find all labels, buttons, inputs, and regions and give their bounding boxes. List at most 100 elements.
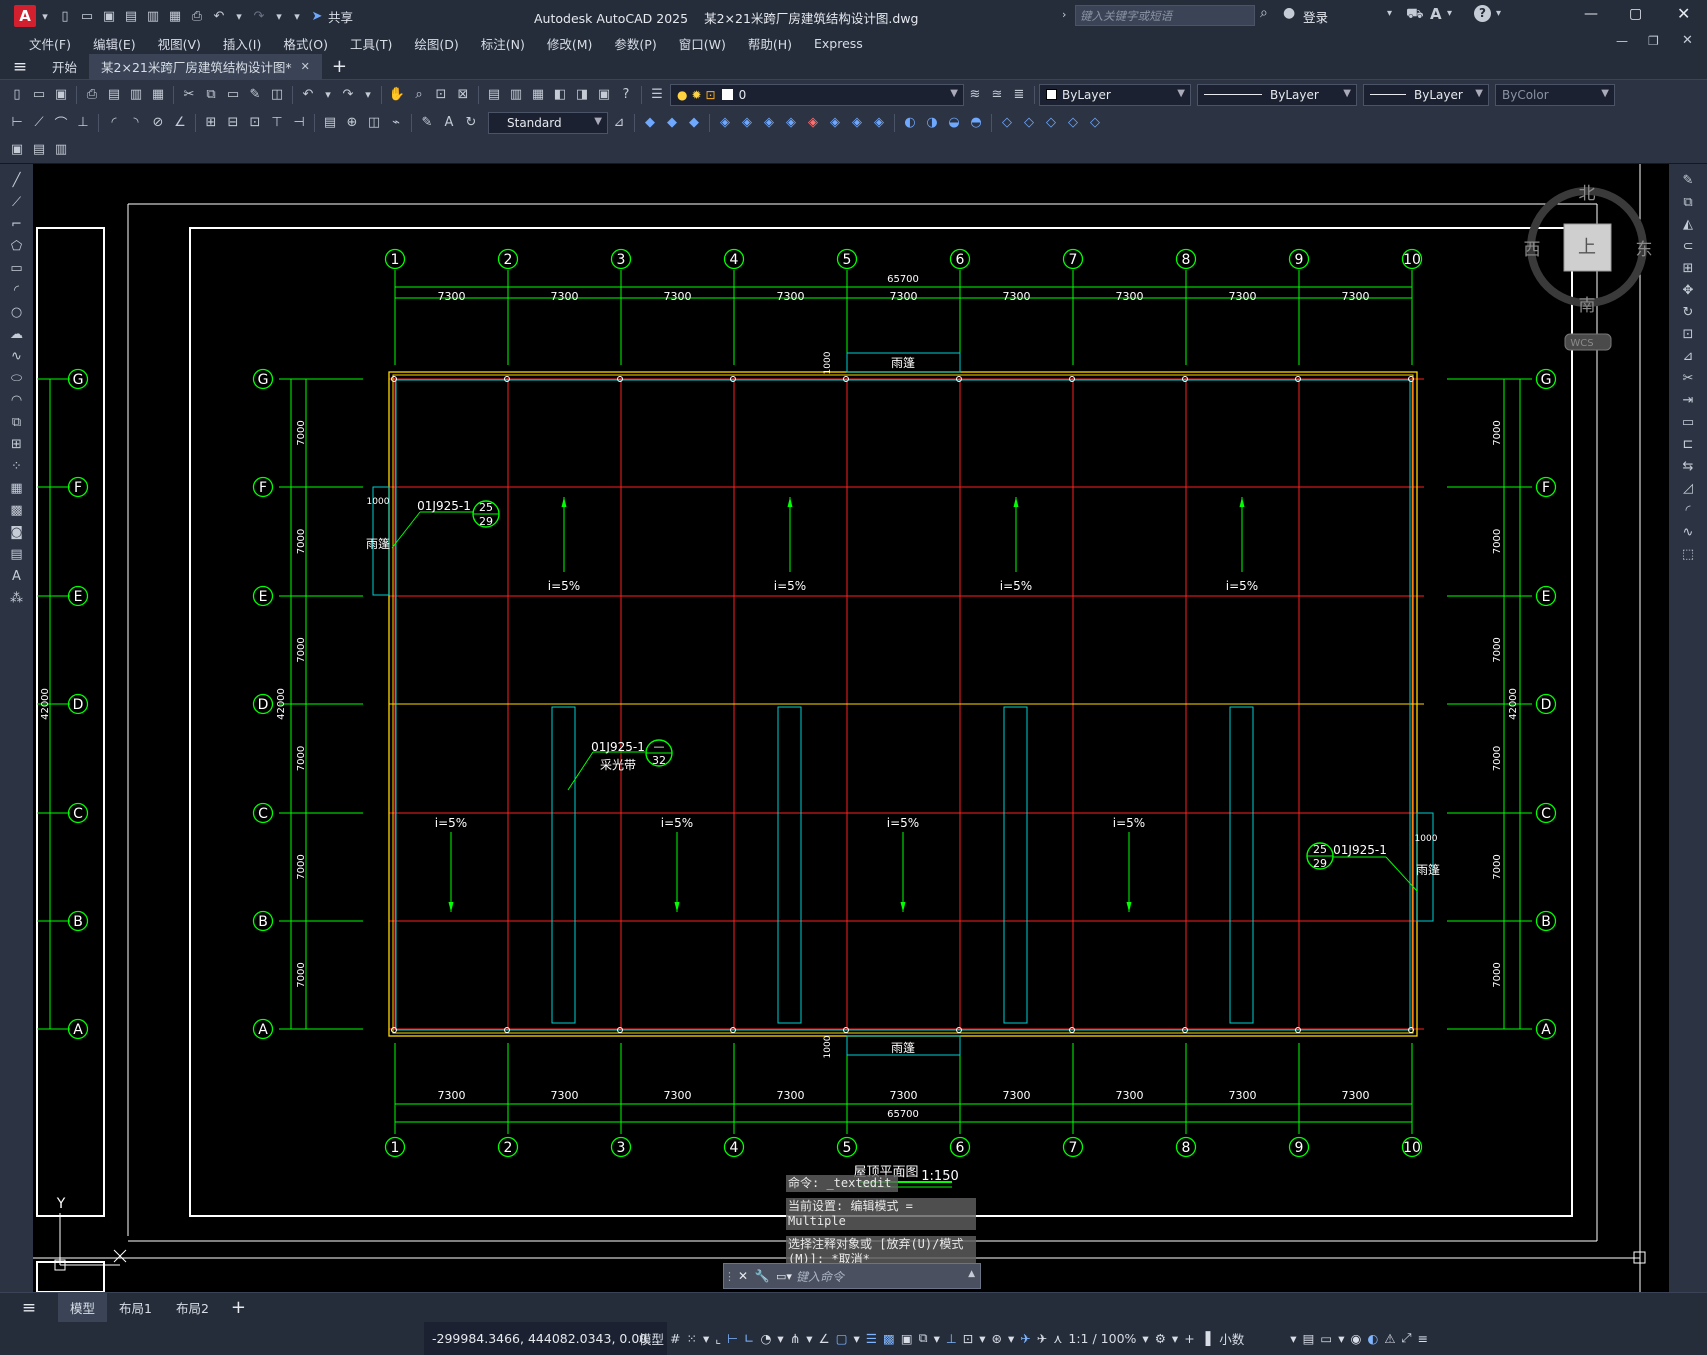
linetype-combo[interactable]: ByLayer ▼ [1197, 83, 1357, 106]
menu-format[interactable]: 格式(O) [272, 34, 339, 53]
undo-list-icon[interactable]: ▾ [319, 84, 337, 106]
point-icon[interactable]: ⁘ [0, 456, 33, 478]
menu-dimension[interactable]: 标注(N) [470, 34, 536, 53]
menu-file[interactable]: 文件(F) [18, 34, 82, 53]
annotation-scale-icon[interactable]: ⋏ [1050, 1324, 1065, 1352]
viewcube[interactable]: 上 北 南 东 西 WCS [1524, 184, 1653, 351]
quick-properties-icon[interactable]: ▤ [1300, 1324, 1318, 1352]
blend-icon[interactable]: ∿ [1669, 522, 1707, 544]
sweep-icon[interactable]: ◈ [758, 112, 780, 134]
app-menu-chevron-icon[interactable]: ▾ [36, 5, 54, 27]
redo-icon[interactable]: ↷ [248, 5, 270, 27]
open-folder-icon[interactable]: ▭ [76, 5, 98, 27]
annotation-visibility-icon[interactable]: ✈ [1017, 1324, 1033, 1352]
tab-layout1[interactable]: 布局1 [107, 1293, 164, 1323]
help-icon[interactable]: ? [615, 84, 637, 106]
layer-states-icon[interactable]: ≣ [1008, 84, 1030, 106]
selection-filter-dropdown-icon[interactable]: ▾ [976, 1324, 988, 1352]
command-input[interactable]: 键入命令 [796, 1268, 844, 1285]
extract-edges-icon[interactable]: ◇ [996, 112, 1018, 134]
markup-icon[interactable]: ◨ [571, 84, 593, 106]
annotation-scale-value[interactable]: 1:1 / 100% [1065, 1324, 1139, 1352]
dimension-edit-icon[interactable]: ✎ [416, 112, 438, 134]
join-icon[interactable]: ⇆ [1669, 456, 1707, 478]
zoom-previous-icon[interactable]: ⊠ [452, 84, 474, 106]
thicken-icon[interactable]: ◑ [921, 112, 943, 134]
menu-edit[interactable]: 编辑(E) [82, 34, 147, 53]
grid-icon[interactable]: # [667, 1324, 683, 1352]
cut-icon[interactable]: ✂ [178, 84, 200, 106]
3d-object-snap-icon[interactable]: ⧉ [916, 1324, 931, 1352]
arc-icon[interactable]: ◜ [0, 280, 33, 302]
mirror-icon[interactable]: ◭ [1669, 214, 1707, 236]
search-input[interactable]: 键入关键字或短语 [1075, 5, 1255, 26]
cone-icon[interactable]: ◆ [683, 112, 705, 134]
copy-icon[interactable]: ⧉ [200, 84, 222, 106]
help-icon[interactable]: ? [1474, 5, 1491, 22]
units-value[interactable]: 小数 [1213, 1324, 1287, 1352]
maximize-button[interactable]: ▢ [1629, 6, 1642, 22]
autocad-logo-icon[interactable]: A [14, 5, 36, 27]
zoom-realtime-icon[interactable]: ⌕ [408, 84, 430, 106]
autodesk-a-icon[interactable]: A [1430, 5, 1442, 23]
separate-icon[interactable]: ◇ [1084, 112, 1106, 134]
paste-icon[interactable]: ▭ [222, 84, 244, 106]
menu-help[interactable]: 帮助(H) [737, 34, 803, 53]
spline-icon[interactable]: ∿ [0, 346, 33, 368]
publish-icon[interactable]: ▥ [125, 84, 147, 106]
login-dropdown-icon[interactable]: ▾ [1387, 8, 1392, 19]
dimspace-icon[interactable]: ⊤ [266, 112, 288, 134]
cart-icon[interactable]: ⛟ [1406, 6, 1424, 24]
command-history-toggle-icon[interactable]: ▲ [968, 1269, 975, 1279]
circle-icon[interactable]: ○ [0, 302, 33, 324]
jogged-icon[interactable]: ◝ [125, 112, 147, 134]
compass-south[interactable]: 南 [1579, 296, 1596, 316]
annotation-monitor-icon[interactable]: + [1181, 1324, 1197, 1352]
doc-minimize-button[interactable]: — [1616, 34, 1628, 48]
interfere-icon[interactable]: ◓ [965, 112, 987, 134]
command-grip-icon[interactable]: ⋮ [724, 1270, 735, 1283]
array-icon[interactable]: ⊞ [1669, 258, 1707, 280]
region-icon[interactable]: ◙ [0, 522, 33, 544]
extrude-icon[interactable]: ◈ [714, 112, 736, 134]
make-block-icon[interactable]: ⊞ [0, 434, 33, 456]
linear-dimension-icon[interactable]: ⊢ [6, 112, 28, 134]
quick-dimension-icon[interactable]: ⊞ [200, 112, 222, 134]
dimbreak-icon[interactable]: ⊣ [288, 112, 310, 134]
rotate-icon[interactable]: ↻ [1669, 302, 1707, 324]
command-close-icon[interactable]: ✕ [734, 1269, 752, 1283]
gradient-icon[interactable]: ▩ [0, 500, 33, 522]
pan-icon[interactable]: ✋ [386, 84, 408, 106]
save-as-icon[interactable]: ▤ [120, 5, 142, 27]
isodraft-dropdown-icon[interactable]: ▾ [803, 1324, 815, 1352]
plot-icon[interactable]: ⎙ [186, 5, 208, 27]
tab-model[interactable]: 模型 [58, 1292, 108, 1323]
presspull-icon[interactable]: ◈ [736, 112, 758, 134]
undo-icon[interactable]: ↶ [297, 84, 319, 106]
add-layout-icon[interactable]: + [231, 1297, 246, 1318]
lineweight-toggle-icon[interactable]: ☰ [863, 1324, 880, 1352]
make-current-layer-icon[interactable]: ≋ [964, 84, 986, 106]
compass-west[interactable]: 西 [1524, 240, 1541, 260]
3d-osnap-dropdown-icon[interactable]: ▾ [931, 1324, 943, 1352]
add-selected-icon[interactable]: ⁂ [0, 588, 33, 610]
new-file-icon[interactable]: ▯ [54, 5, 76, 27]
break-at-point-icon[interactable]: ▭ [1669, 412, 1707, 434]
close-button[interactable]: ✕ [1677, 4, 1690, 23]
insert-block-icon[interactable]: ⧉ [0, 412, 33, 434]
performance-icon[interactable]: ⚠ [1381, 1324, 1398, 1352]
construction-line-icon[interactable]: ⟋ [0, 192, 33, 214]
clean-screen-icon[interactable]: ⤢ [1399, 1324, 1415, 1352]
extend-icon[interactable]: ⇥ [1669, 390, 1707, 412]
search-icon[interactable]: ⌕ [1260, 5, 1268, 21]
units-icon[interactable]: ▐ [1198, 1324, 1214, 1352]
explode-icon[interactable]: ⬚ [1669, 544, 1707, 566]
web-save-icon[interactable]: ▥ [142, 5, 164, 27]
share-icon[interactable]: ➤ [306, 5, 328, 27]
selection-cycling-icon[interactable]: ▣ [898, 1324, 916, 1352]
menu-express[interactable]: Express [803, 36, 874, 51]
command-customize-icon[interactable]: 🔧 [752, 1269, 772, 1283]
imprint-icon[interactable]: ◒ [943, 112, 965, 134]
block-editor-icon[interactable]: ◫ [266, 84, 288, 106]
menu-draw[interactable]: 绘图(D) [403, 34, 469, 53]
